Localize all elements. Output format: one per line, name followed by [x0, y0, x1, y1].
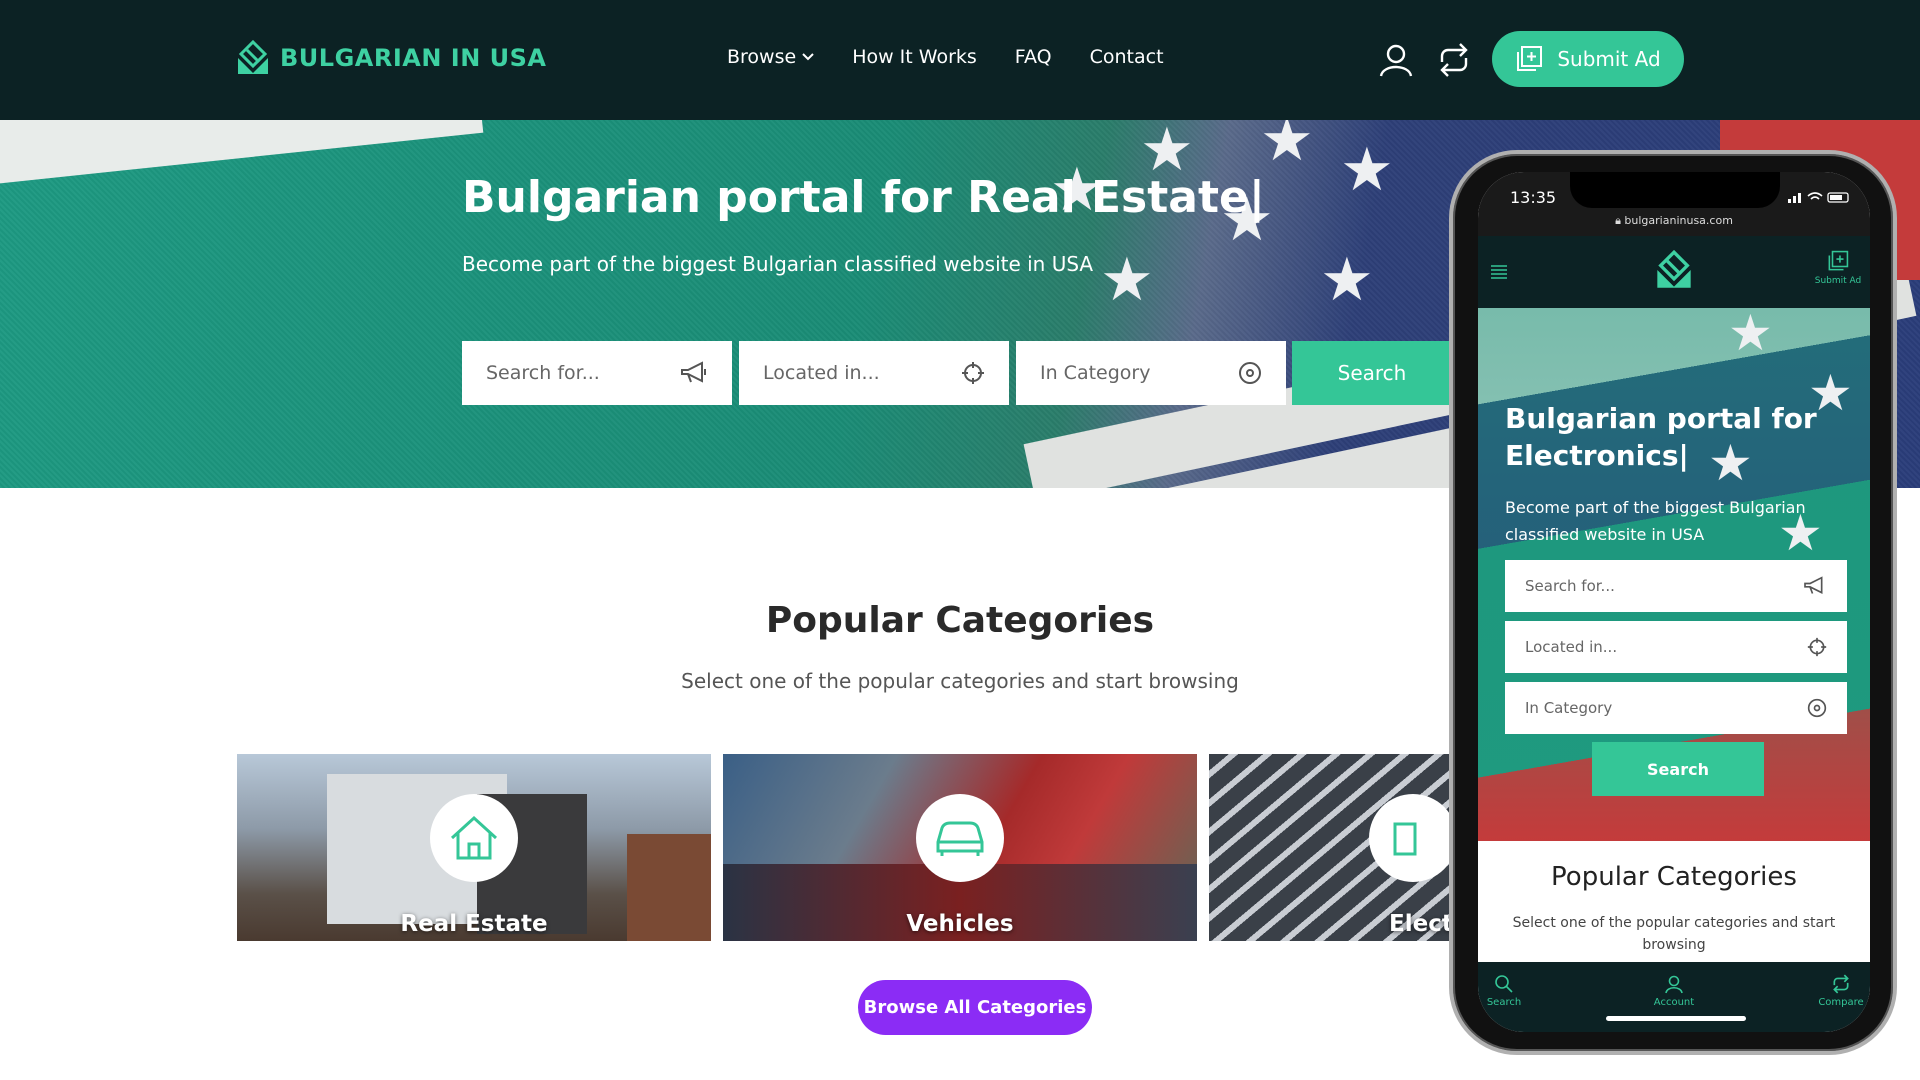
- category-select[interactable]: In Category: [1016, 341, 1286, 405]
- phone-tab-compare-label: Compare: [1818, 997, 1864, 1008]
- phone-search-button[interactable]: Search: [1592, 742, 1764, 796]
- phone-category-placeholder: In Category: [1525, 699, 1613, 717]
- search-input[interactable]: Search for...: [462, 341, 732, 405]
- hero-title: Bulgarian portal for Real Estate|: [462, 172, 1265, 223]
- hamburger-menu-icon[interactable]: [1490, 264, 1508, 280]
- phone-search-placeholder: Search for...: [1525, 577, 1615, 595]
- compare-icon[interactable]: [1436, 42, 1472, 78]
- phone-tab-search-label: Search: [1486, 997, 1522, 1008]
- crosshair-icon: [962, 362, 984, 384]
- search-icon: [1495, 975, 1513, 993]
- compare-icon: [1833, 974, 1849, 994]
- flag-star: ★: [1100, 245, 1154, 315]
- card-icon-circle: [916, 794, 1004, 882]
- location-input[interactable]: Located in...: [739, 341, 1009, 405]
- chevron-down-icon: [802, 53, 814, 61]
- nav-how-it-works[interactable]: How It Works: [852, 46, 977, 68]
- phone-status-bar: 13:35 🔒︎ bulgarianinusa.com: [1478, 172, 1870, 236]
- devices-icon: [1393, 822, 1417, 856]
- submit-ad-button[interactable]: Submit Ad: [1492, 31, 1684, 87]
- phone-hero: ★ ★ ★ ★ Bulgarian portal for Electronics…: [1478, 308, 1870, 841]
- phone-hero-subtitle: Become part of the biggest Bulgarian cla…: [1505, 498, 1806, 544]
- phone-popular-categories-title: Popular Categories: [1551, 862, 1797, 892]
- location-placeholder: Located in...: [763, 362, 880, 384]
- nav-contact[interactable]: Contact: [1090, 46, 1164, 68]
- signal-wifi-battery-icon: [1788, 192, 1849, 203]
- category-card-real-estate[interactable]: Real Estate: [237, 754, 711, 941]
- card-icon-circle: [430, 794, 518, 882]
- phone-tab-search[interactable]: Search: [1478, 974, 1544, 1008]
- phone-navbar: Submit Ad: [1478, 236, 1870, 308]
- flag-star: ★: [1340, 135, 1394, 205]
- phone-location-placeholder: Located in...: [1525, 638, 1618, 656]
- phone-hero-title: Bulgarian portal for Electronics|: [1505, 402, 1817, 472]
- nav-browse-label: Browse: [727, 46, 797, 68]
- phone-category-select[interactable]: In Category: [1505, 682, 1847, 734]
- category-card-vehicles[interactable]: Vehicles: [723, 754, 1197, 941]
- phone-home-indicator: [1606, 1016, 1746, 1021]
- phone-url: bulgarianinusa.com: [1624, 214, 1733, 227]
- category-card-electronics[interactable]: Electr: [1209, 754, 1451, 941]
- search-placeholder: Search for...: [486, 362, 600, 384]
- logo-text: BULGARIAN IN USA: [280, 44, 547, 72]
- submit-ad-label: Submit Ad: [1557, 47, 1661, 71]
- phone-popular-categories-subtitle: Select one of the popular categories and…: [1512, 915, 1836, 953]
- house-icon: [450, 815, 498, 860]
- megaphone-icon: [1804, 576, 1823, 595]
- phone-tab-account-label: Account: [1653, 997, 1695, 1008]
- nav-browse[interactable]: Browse: [727, 46, 814, 68]
- category-label: Real Estate: [400, 911, 548, 937]
- user-icon[interactable]: [1378, 42, 1414, 78]
- phone-bottom-tabbar: Search Account Compare: [1478, 962, 1870, 1032]
- site-logo[interactable]: BULGARIAN IN USA: [236, 40, 547, 76]
- nav-faq[interactable]: FAQ: [1015, 46, 1052, 68]
- megaphone-icon: [681, 361, 706, 383]
- hero-subtitle: Become part of the biggest Bulgarian cla…: [462, 252, 1094, 276]
- category-label: Vehicles: [906, 911, 1014, 937]
- phone-notch: [1570, 172, 1780, 208]
- phone-submit-ad-label: Submit Ad: [1814, 276, 1862, 286]
- page: BULGARIAN IN USA Browse How It Works FAQ…: [0, 0, 1920, 1080]
- category-placeholder: In Category: [1040, 362, 1151, 384]
- user-icon: [1665, 975, 1683, 994]
- dropdown-circle-icon: [1239, 362, 1261, 384]
- phone-logo-icon[interactable]: [1655, 250, 1693, 290]
- dropdown-circle-icon: [1807, 698, 1827, 718]
- add-ad-icon: [1828, 250, 1849, 271]
- phone-tab-account[interactable]: Account: [1634, 974, 1714, 1008]
- phone-tab-compare[interactable]: Compare: [1801, 974, 1870, 1008]
- category-label: Electr: [1389, 911, 1451, 937]
- flag-star: ★: [1140, 120, 1194, 185]
- add-ad-icon: [1517, 46, 1543, 71]
- crosshair-icon: [1807, 637, 1827, 657]
- phone-submit-ad[interactable]: Submit Ad: [1808, 250, 1868, 286]
- phone-screen: 13:35 🔒︎ bulgarianinusa.com Submit Ad ★ …: [1478, 172, 1870, 1032]
- phone-url-bar[interactable]: 🔒︎ bulgarianinusa.com: [1478, 214, 1870, 228]
- phone-time: 13:35: [1510, 188, 1557, 207]
- card-icon-circle: [1369, 794, 1451, 882]
- phone-search-input[interactable]: Search for...: [1505, 560, 1847, 612]
- phone-location-input[interactable]: Located in...: [1505, 621, 1847, 673]
- logo-icon: [238, 40, 268, 74]
- car-icon: [936, 821, 984, 856]
- top-navbar: BULGARIAN IN USA Browse How It Works FAQ…: [0, 0, 1920, 120]
- browse-all-categories-button[interactable]: Browse All Categories: [858, 980, 1092, 1035]
- main-nav: Browse How It Works FAQ Contact: [727, 46, 1164, 68]
- search-button[interactable]: Search: [1292, 341, 1452, 405]
- flag-star: ★: [1320, 245, 1374, 315]
- flag-star: ★: [1728, 308, 1773, 362]
- flag-star: ★: [1260, 120, 1314, 175]
